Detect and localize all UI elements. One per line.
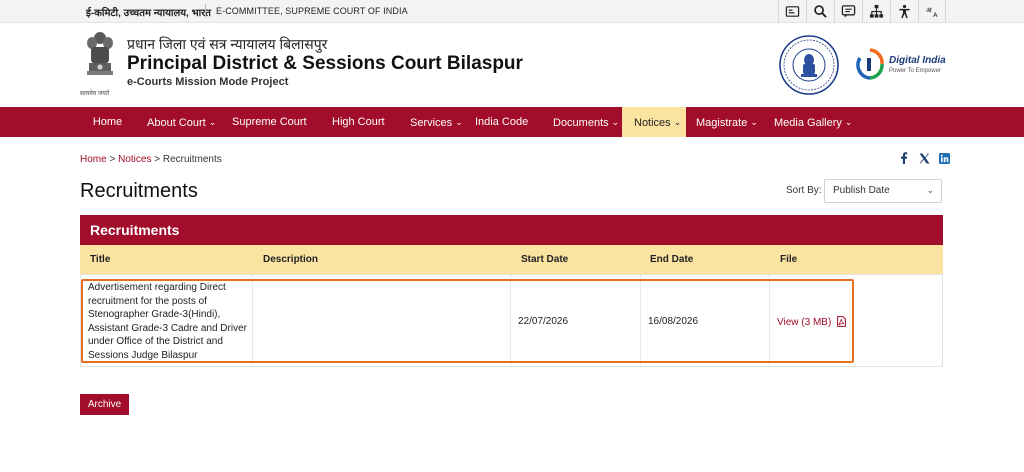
hindi-committee-link[interactable]: ई-कमिटी, उच्चतम न्यायालय, भारत	[86, 5, 211, 19]
accessibility-icon[interactable]	[890, 0, 918, 23]
table-row: Advertisement regarding Direct recruitme…	[80, 274, 943, 367]
nav-item-magistrate[interactable]: Magistrate ⌄	[696, 107, 758, 137]
share-icons	[898, 152, 950, 164]
column-header-description: Description	[263, 254, 319, 265]
search-icon[interactable]	[806, 0, 834, 23]
nav-label: India Code	[475, 116, 529, 128]
column-header-start-date: Start Date	[521, 254, 569, 265]
court-name[interactable]: Principal District & Sessions Court Bila…	[127, 53, 523, 75]
nav-label: Magistrate	[696, 117, 748, 129]
emblem-caption: सत्यमेव जयते	[80, 91, 110, 97]
view-file-link[interactable]: View (3 MB)	[777, 316, 846, 328]
nav-label: Media Gallery	[774, 117, 842, 129]
page-title: Recruitments	[80, 180, 198, 202]
sort-label: Sort By:	[786, 185, 822, 196]
site-header: सत्यमेव जयते प्रधान जिला एवं सत्र न्याया…	[0, 23, 1024, 107]
digital-india-text: Digital India	[889, 55, 946, 66]
column-header-title: Title	[90, 254, 111, 265]
cell-divider	[510, 275, 511, 366]
nav-label: Supreme Court	[232, 116, 307, 128]
breadcrumb-separator: >	[109, 154, 116, 165]
row-end-date: 16/08/2026	[648, 316, 699, 327]
svg-text:A: A	[932, 11, 937, 19]
top-utility-bar: ई-कमिटी, उच्चतम न्यायालय, भारत E-COMMITT…	[0, 0, 1024, 23]
row-title: Advertisement regarding Direct recruitme…	[88, 282, 247, 361]
chevron-down-icon: ⌄	[750, 117, 758, 127]
chevron-down-icon: ⌄	[926, 185, 934, 195]
language-icon[interactable]: अA	[918, 0, 946, 23]
screen-reader-icon[interactable]	[778, 0, 806, 23]
x-icon[interactable]	[918, 152, 930, 164]
ecommittee-link[interactable]: E-COMMITTEE, SUPREME COURT OF INDIA	[216, 6, 408, 16]
breadcrumb-home[interactable]: Home	[80, 154, 107, 165]
nav-label: Services	[410, 117, 453, 129]
facebook-icon[interactable]	[898, 152, 910, 164]
chevron-down-icon: ⌄	[455, 117, 463, 127]
chevron-down-icon: ⌄	[208, 117, 217, 127]
sort-select[interactable]: Publish Date ⌄	[824, 179, 942, 203]
linkedin-icon[interactable]	[938, 152, 950, 164]
high-court-seal-icon	[779, 35, 839, 95]
table-header: Title Description Start Date End Date Fi…	[80, 245, 943, 274]
nav-item-media-gallery[interactable]: Media Gallery ⌄	[774, 107, 852, 137]
breadcrumb-current: Recruitments	[162, 154, 222, 165]
chevron-down-icon: ⌄	[844, 117, 853, 127]
sitemap-icon[interactable]	[862, 0, 890, 23]
court-name-hindi: प्रधान जिला एवं सत्र न्यायालय बिलासपुर	[127, 36, 328, 52]
cell-divider	[769, 275, 770, 366]
nav-label: Home	[92, 116, 123, 128]
sort-selected-value: Publish Date	[833, 185, 890, 196]
digital-india-tagline: Power To Empower	[889, 68, 941, 74]
view-file-label: View (3 MB)	[777, 317, 832, 328]
archive-button[interactable]: Archive	[80, 394, 129, 415]
column-header-file: File	[780, 254, 798, 265]
nav-item-notices[interactable]: Notices ⌄	[622, 107, 686, 137]
breadcrumb-notices[interactable]: Notices	[118, 154, 151, 165]
digital-india-logo-icon	[856, 48, 884, 80]
svg-text:अ: अ	[925, 5, 931, 14]
recruitments-table-caption: Recruitments	[80, 215, 943, 245]
nav-label: About Court	[147, 117, 206, 129]
nav-item-india-code[interactable]: India Code	[475, 107, 528, 137]
cell-divider	[252, 275, 253, 366]
main-nav: Home About Court ⌄ Supreme Court High Cou…	[0, 107, 1024, 137]
cell-divider	[640, 275, 641, 366]
national-emblem-icon	[87, 32, 113, 75]
pdf-icon	[837, 316, 846, 327]
nav-item-home[interactable]: Home	[80, 107, 135, 137]
project-subtitle: e-Courts Mission Mode Project	[127, 76, 289, 88]
nav-label: High Court	[332, 116, 385, 128]
breadcrumb: Home > Notices > Recruitments	[80, 154, 222, 165]
chevron-down-icon: ⌄	[611, 117, 620, 127]
nav-item-documents[interactable]: Documents ⌄	[553, 107, 619, 137]
feedback-icon[interactable]	[834, 0, 862, 23]
nav-item-services[interactable]: Services ⌄	[410, 107, 463, 137]
nav-label: Documents	[553, 117, 609, 129]
chevron-down-icon: ⌄	[673, 117, 682, 127]
nav-item-about-court[interactable]: About Court ⌄	[147, 107, 216, 137]
breadcrumb-separator: >	[154, 154, 161, 165]
divider	[205, 4, 206, 18]
nav-item-supreme-court[interactable]: Supreme Court	[232, 107, 307, 137]
column-header-end-date: End Date	[650, 254, 694, 265]
nav-item-high-court[interactable]: High Court	[332, 107, 385, 137]
nav-label: Notices	[634, 117, 671, 129]
utility-icons: अA	[778, 0, 946, 23]
row-start-date: 22/07/2026	[518, 316, 569, 327]
